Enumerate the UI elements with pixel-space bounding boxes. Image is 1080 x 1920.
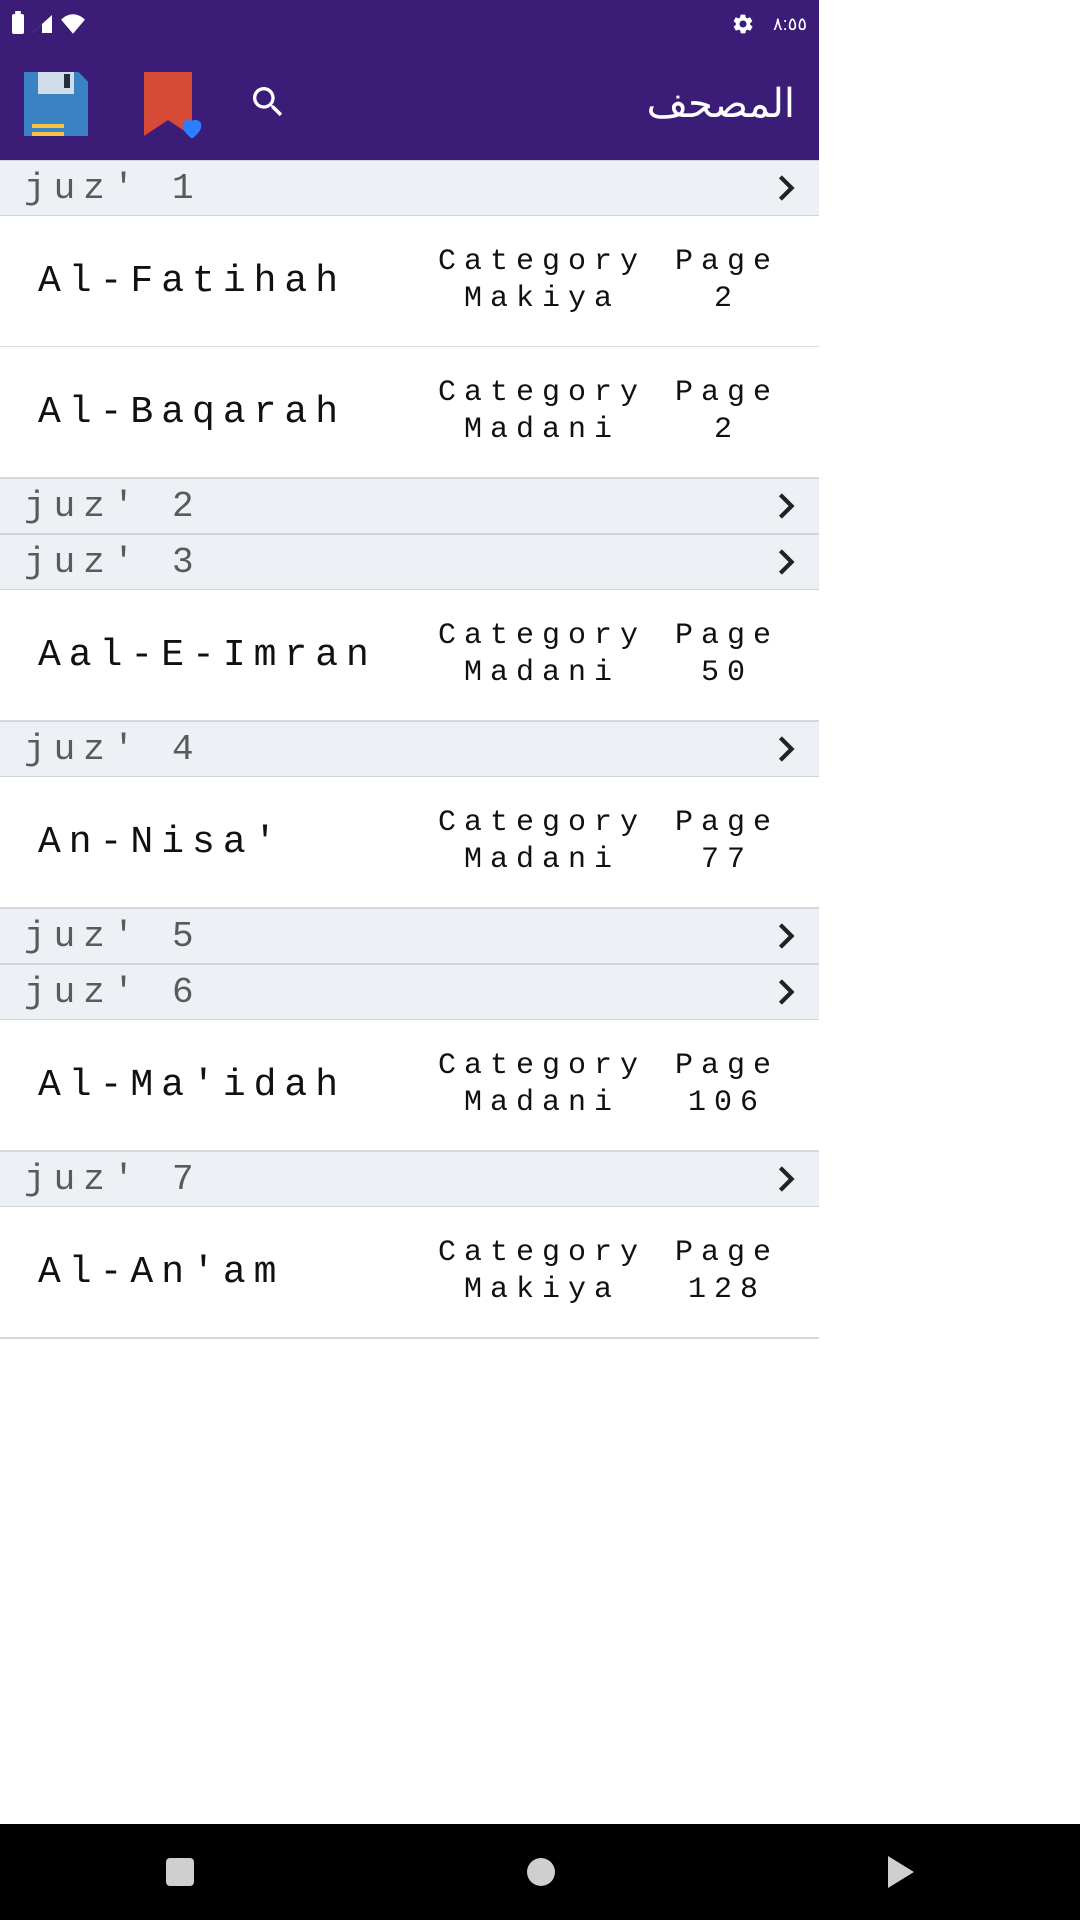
page-col: Page128 [657, 1235, 797, 1310]
page-label: Page [657, 805, 797, 843]
surah-row[interactable]: Al-FatihahCategoryMakiyaPage2 [0, 216, 819, 347]
category-label: Category [427, 805, 657, 843]
category-label: Category [427, 244, 657, 282]
juz-label: juz' 3 [24, 542, 202, 583]
app-title: المصحف [647, 81, 795, 127]
chevron-right-icon [777, 492, 795, 520]
page-col: Page2 [657, 244, 797, 319]
category-col: CategoryMadani [427, 375, 657, 450]
wifi-icon [60, 14, 86, 34]
category-col: CategoryMadani [427, 805, 657, 880]
save-icon[interactable] [24, 72, 88, 136]
signal-icon [32, 15, 52, 33]
surah-row[interactable]: Al-An'amCategoryMakiyaPage128 [0, 1207, 819, 1338]
surah-name: Al-Ma'idah [38, 1064, 427, 1107]
chevron-right-icon [777, 1165, 795, 1193]
category-col: CategoryMadani [427, 618, 657, 693]
juz-header[interactable]: juz' 4 [0, 721, 819, 777]
page-label: Page [657, 618, 797, 656]
category-label: Category [427, 618, 657, 656]
page-label: Page [657, 1235, 797, 1273]
page-label: Page [657, 1048, 797, 1086]
surah-row[interactable]: An-Nisa'CategoryMadaniPage77 [0, 777, 819, 908]
back-button[interactable] [888, 1856, 914, 1888]
surah-row[interactable]: Al-Ma'idahCategoryMadaniPage106 [0, 1020, 819, 1151]
page-value: 106 [657, 1085, 797, 1123]
surah-name: Aal-E-Imran [38, 634, 427, 677]
category-label: Category [427, 375, 657, 413]
category-col: CategoryMakiya [427, 1235, 657, 1310]
page-value: 77 [657, 842, 797, 880]
chevron-right-icon [777, 978, 795, 1006]
surah-name: Al-An'am [38, 1251, 427, 1294]
category-value: Madani [427, 1085, 657, 1123]
category-value: Makiya [427, 281, 657, 319]
juz-label: juz' 6 [24, 972, 202, 1013]
chevron-right-icon [777, 548, 795, 576]
settings-icon[interactable] [731, 12, 755, 36]
surah-name: Al-Baqarah [38, 391, 427, 434]
recents-button[interactable] [166, 1858, 194, 1886]
status-bar: ٨:٥٥ [0, 0, 819, 48]
page-label: Page [657, 244, 797, 282]
juz-header[interactable]: juz' 5 [0, 908, 819, 964]
heart-icon [178, 114, 206, 142]
battery-icon [12, 14, 24, 34]
page-col: Page2 [657, 375, 797, 450]
surah-name: Al-Fatihah [38, 260, 427, 303]
juz-header[interactable]: juz' 3 [0, 534, 819, 590]
page-label: Page [657, 375, 797, 413]
juz-label: juz' 5 [24, 916, 202, 957]
page-col: Page106 [657, 1048, 797, 1123]
page-value: 50 [657, 655, 797, 693]
category-value: Madani [427, 412, 657, 450]
category-value: Madani [427, 842, 657, 880]
page-value: 2 [657, 412, 797, 450]
chevron-right-icon [777, 174, 795, 202]
surah-list: juz' 1Al-FatihahCategoryMakiyaPage2Al-Ba… [0, 160, 819, 1338]
category-col: CategoryMakiya [427, 244, 657, 319]
bookmark-icon[interactable] [144, 72, 192, 136]
juz-header[interactable]: juz' 6 [0, 964, 819, 1020]
category-value: Madani [427, 655, 657, 693]
juz-header[interactable]: juz' 7 [0, 1151, 819, 1207]
category-col: CategoryMadani [427, 1048, 657, 1123]
app-bar: المصحف [0, 48, 819, 160]
nav-bar [0, 1824, 1080, 1920]
surah-row[interactable]: Al-BaqarahCategoryMadaniPage2 [0, 347, 819, 478]
juz-label: juz' 7 [24, 1159, 202, 1200]
category-value: Makiya [427, 1272, 657, 1310]
surah-name: An-Nisa' [38, 821, 427, 864]
clock-text: ٨:٥٥ [773, 14, 807, 35]
juz-label: juz' 1 [24, 168, 202, 209]
page-value: 2 [657, 281, 797, 319]
surah-row[interactable]: Aal-E-ImranCategoryMadaniPage50 [0, 590, 819, 721]
juz-label: juz' 2 [24, 486, 202, 527]
page-col: Page77 [657, 805, 797, 880]
page-value: 128 [657, 1272, 797, 1310]
juz-label: juz' 4 [24, 729, 202, 770]
category-label: Category [427, 1048, 657, 1086]
chevron-right-icon [777, 735, 795, 763]
juz-header[interactable]: juz' 1 [0, 160, 819, 216]
juz-header[interactable]: juz' 2 [0, 478, 819, 534]
search-icon[interactable] [248, 82, 288, 127]
partial-row [0, 1338, 819, 1358]
page-col: Page50 [657, 618, 797, 693]
chevron-right-icon [777, 922, 795, 950]
home-button[interactable] [527, 1858, 555, 1886]
category-label: Category [427, 1235, 657, 1273]
